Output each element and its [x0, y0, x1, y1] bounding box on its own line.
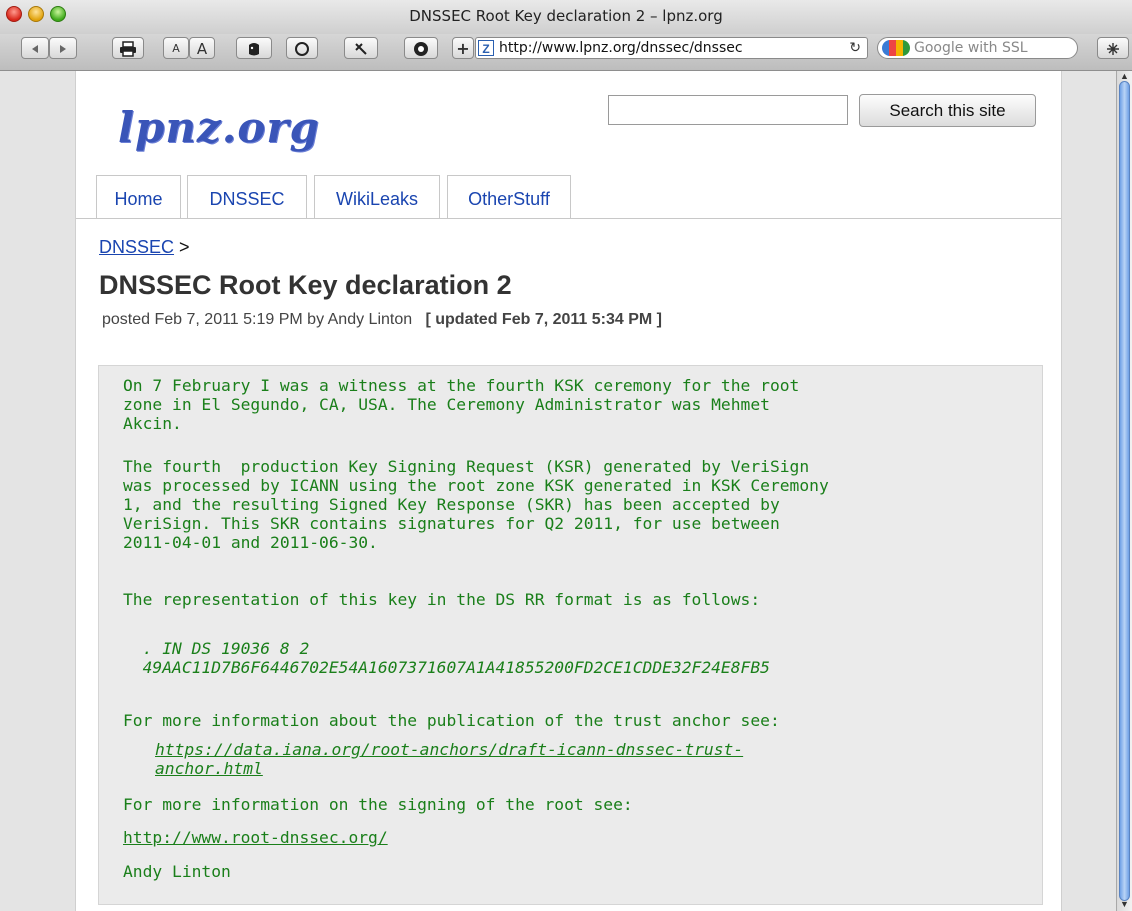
post-paragraph-2: The fourth production Key Signing Reques… [123, 457, 829, 552]
page-content: lpnz.org Search this site Home DNSSEC Wi… [75, 71, 1062, 911]
window-title: DNSSEC Root Key declaration 2 – lpnz.org [409, 7, 723, 25]
decrease-text-button[interactable]: A [163, 37, 189, 59]
scrollbar-thumb[interactable] [1119, 81, 1130, 901]
zotero-icon[interactable]: Z [478, 40, 494, 56]
breadcrumb-separator: > [179, 237, 190, 257]
post-meta-updated: [ updated Feb 7, 2011 5:34 PM ] [425, 311, 662, 328]
shield-icon [414, 41, 428, 56]
google-icon[interactable] [882, 40, 910, 56]
bug-icon [1107, 42, 1119, 55]
pin-icon [355, 42, 367, 55]
evernote-button[interactable] [236, 37, 272, 59]
root-link-block: http://www.root-dnssec.org/ [123, 828, 388, 847]
window-titlebar: DNSSEC Root Key declaration 2 – lpnz.org [0, 0, 1132, 34]
post-body: On 7 February I was a witness at the fou… [98, 365, 1043, 905]
back-button[interactable] [21, 37, 49, 59]
page-title: DNSSEC Root Key declaration 2 [99, 270, 512, 300]
forward-arrow-icon [60, 44, 66, 53]
google-search-placeholder: Google with SSL [914, 40, 1028, 56]
circle-tool-button[interactable] [286, 37, 318, 59]
post-paragraph-4: For more information about the publicati… [123, 711, 780, 730]
address-bar-url[interactable]: http://www.lpnz.org/dnssec/dnssec [499, 40, 839, 56]
post-signature: Andy Linton [123, 862, 231, 881]
tab-wikileaks[interactable]: WikiLeaks [314, 175, 440, 219]
root-dnssec-link[interactable]: http://www.root-dnssec.org/ [123, 828, 388, 847]
breadcrumb: DNSSEC > [99, 237, 190, 258]
tab-home[interactable]: Home [96, 175, 181, 219]
shield-button[interactable] [404, 37, 438, 59]
forward-button[interactable] [49, 37, 77, 59]
tab-dnssec[interactable]: DNSSEC [187, 175, 307, 219]
elephant-icon [249, 42, 259, 55]
trust-anchor-link-block: https://data.iana.org/root-anchors/draft… [155, 740, 743, 778]
address-bar[interactable]: Z http://www.lpnz.org/dnssec/dnssec ↻ [475, 37, 868, 59]
add-bookmark-button[interactable]: + [452, 37, 474, 59]
browser-toolbar: A A + Z http://www.lpnz.org/dnssec/dnsse… [0, 34, 1132, 71]
post-paragraph-1: On 7 February I was a witness at the fou… [123, 376, 800, 433]
scroll-down-arrow-icon[interactable]: ▼ [1120, 899, 1129, 909]
tab-divider [76, 218, 1061, 219]
back-arrow-icon [32, 44, 38, 53]
post-paragraph-5: For more information on the signing of t… [123, 795, 633, 814]
post-paragraph-3: The representation of this key in the DS… [123, 590, 761, 609]
scroll-up-arrow-icon[interactable]: ▲ [1120, 71, 1129, 81]
trust-anchor-link[interactable]: https://data.iana.org/root-anchors/draft… [155, 740, 743, 778]
site-logo[interactable]: lpnz.org [118, 103, 320, 152]
post-meta-posted: posted Feb 7, 2011 5:19 PM by Andy Linto… [102, 311, 413, 328]
pin-button[interactable] [344, 37, 378, 59]
vertical-scrollbar[interactable]: ▲ ▼ [1116, 71, 1132, 911]
google-search-field[interactable]: Google with SSL [877, 37, 1078, 59]
ds-record: . IN DS 19036 8 2 49AAC11D7B6F6446702E54… [142, 639, 770, 677]
extension-button[interactable] [1097, 37, 1129, 59]
breadcrumb-link-dnssec[interactable]: DNSSEC [99, 237, 174, 257]
circle-icon [295, 41, 309, 56]
print-button[interactable] [112, 37, 144, 59]
increase-text-button[interactable]: A [189, 37, 215, 59]
post-meta: posted Feb 7, 2011 5:19 PM by Andy Linto… [102, 311, 662, 329]
search-site-button[interactable]: Search this site [859, 94, 1036, 127]
reload-icon[interactable]: ↻ [849, 39, 861, 56]
site-search-input[interactable] [608, 95, 848, 125]
printer-icon [120, 40, 136, 57]
tab-otherstuff[interactable]: OtherStuff [447, 175, 571, 219]
